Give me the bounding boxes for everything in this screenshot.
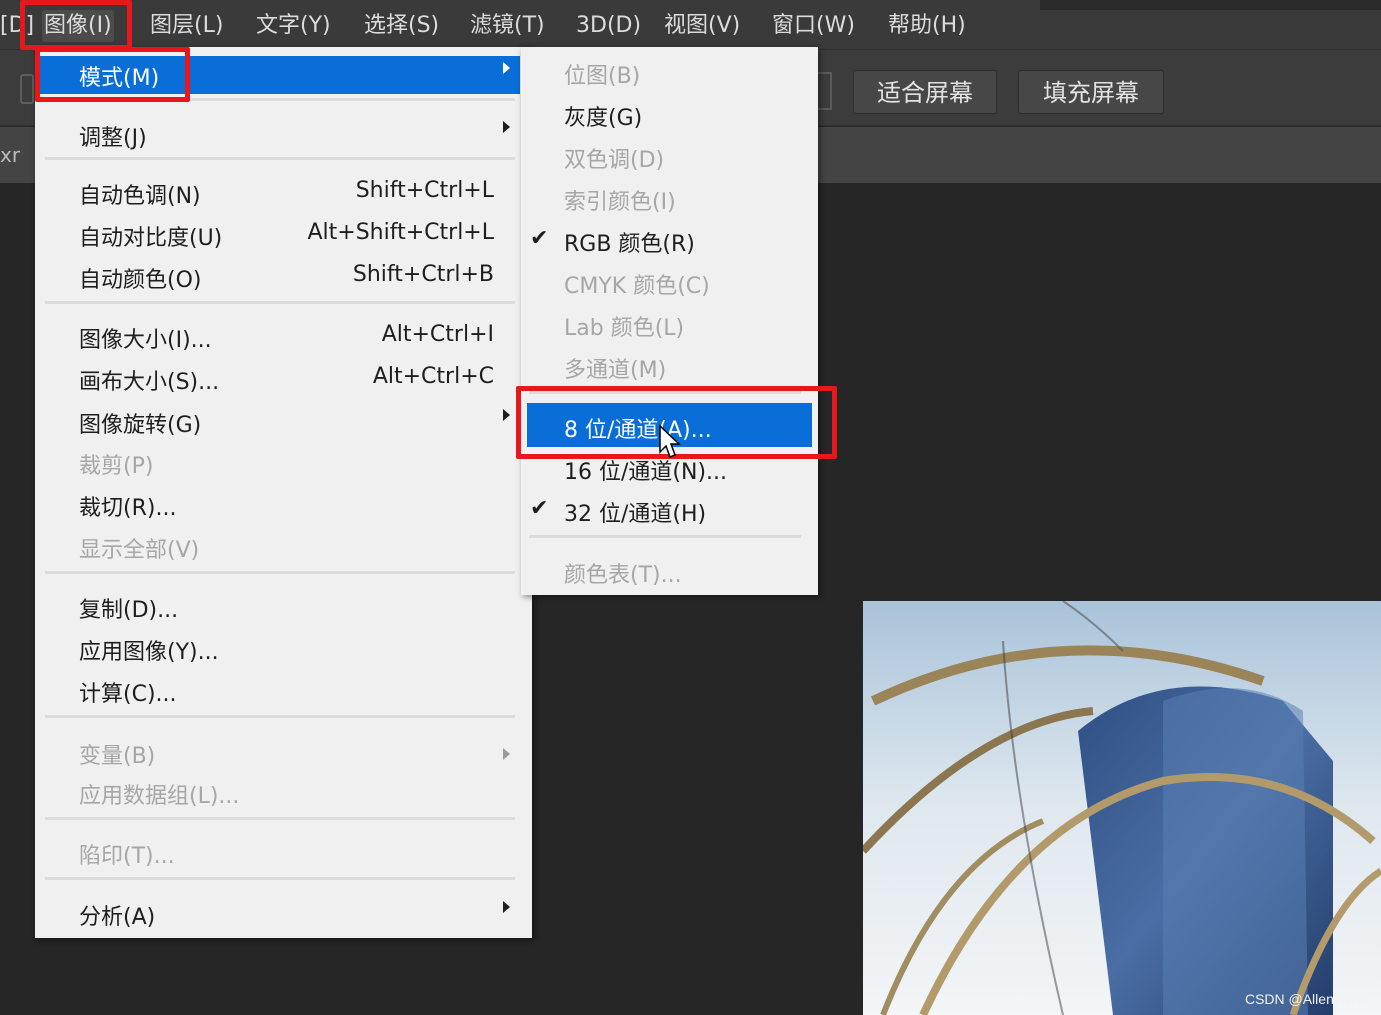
submenu-item-indexed-color: 索引颜色(I) [564, 190, 676, 215]
shortcut-image-size: Alt+Ctrl+I [381, 322, 494, 347]
shortcut-auto-contrast: Alt+Shift+Ctrl+L [307, 220, 495, 245]
menu-3d[interactable]: 3D(D) [576, 10, 641, 42]
menu-separator [45, 715, 515, 718]
shortcut-canvas-size: Alt+Ctrl+C [372, 364, 494, 389]
menu-item-analysis[interactable]: 分析(A) [79, 899, 155, 931]
menu-item-crop: 裁剪(P) [79, 454, 154, 479]
menu-window[interactable]: 窗口(W) [772, 10, 855, 42]
submenu-arrow-icon [503, 62, 510, 74]
menu-item-trap: 陷印(T)... [79, 844, 175, 869]
submenu-item-cmyk-color: CMYK 颜色(C) [564, 274, 710, 299]
image-menu-dropdown: 模式(M) 调整(J) 自动色调(N) Shift+Ctrl+L 自动对比度(U… [35, 47, 532, 938]
fit-screen-button[interactable]: 适合屏幕 [853, 70, 997, 114]
menu-item-calculations[interactable]: 计算(C)... [79, 676, 177, 708]
fill-screen-button[interactable]: 填充屏幕 [1018, 70, 1164, 114]
options-separator [818, 72, 832, 110]
tool-option-box[interactable] [20, 74, 34, 104]
checkmark-icon: ✔ [530, 226, 549, 251]
annotation-box-image-menu [20, 0, 132, 50]
submenu-arrow-icon [503, 748, 510, 760]
submenu-item-lab-color: Lab 颜色(L) [564, 316, 685, 341]
menu-separator [45, 817, 515, 820]
menu-item-image-size[interactable]: 图像大小(I)... [79, 322, 212, 354]
submenu-arrow-icon [503, 901, 510, 913]
submenu-item-32-bit[interactable]: 32 位/通道(H) [564, 496, 706, 528]
submenu-arrow-icon [503, 409, 510, 421]
submenu-item-multichannel: 多通道(M) [564, 358, 667, 383]
menu-item-apply-dataset: 应用数据组(L)... [79, 784, 240, 809]
shortcut-auto-color: Shift+Ctrl+B [352, 262, 494, 287]
submenu-arrow-icon [503, 121, 510, 133]
mode-submenu: 位图(B) 灰度(G) 双色调(D) 索引颜色(I) ✔ RGB 颜色(R) C… [521, 47, 818, 595]
submenu-item-grayscale[interactable]: 灰度(G) [564, 100, 642, 132]
submenu-item-rgb-color[interactable]: RGB 颜色(R) [564, 226, 695, 258]
canvas-photo: CSDN @Allen7474 [863, 601, 1381, 1015]
menu-select[interactable]: 选择(S) [364, 10, 439, 42]
menu-item-duplicate[interactable]: 复制(D)... [79, 592, 178, 624]
menu-filter[interactable]: 滤镜(T) [470, 10, 545, 42]
menu-item-auto-color[interactable]: 自动颜色(O) [79, 262, 201, 294]
menu-separator [529, 535, 801, 538]
annotation-box-mode [35, 47, 190, 102]
menu-item-trim[interactable]: 裁切(R)... [79, 490, 176, 522]
menu-view[interactable]: 视图(V) [664, 10, 740, 42]
menu-separator [45, 571, 515, 574]
checkmark-icon: ✔ [530, 496, 549, 521]
menu-type[interactable]: 文字(Y) [256, 10, 331, 42]
document-tab[interactable]: xr [0, 143, 20, 167]
menu-item-apply-image[interactable]: 应用图像(Y)... [79, 634, 219, 666]
menu-item-adjust[interactable]: 调整(J) [79, 120, 147, 152]
shortcut-auto-tone: Shift+Ctrl+L [355, 178, 494, 203]
menu-help[interactable]: 帮助(H) [888, 10, 966, 42]
menu-separator [45, 877, 515, 880]
menu-separator [45, 157, 515, 160]
watermark: CSDN @Allen7474 [1244, 991, 1365, 1007]
menu-item-auto-tone[interactable]: 自动色调(N) [79, 178, 201, 210]
photo-illustration [863, 601, 1381, 1015]
submenu-item-color-table: 颜色表(T)... [564, 563, 682, 588]
menu-separator [45, 301, 515, 304]
submenu-item-bitmap: 位图(B) [564, 64, 641, 89]
menu-bar-edge [1040, 0, 1381, 10]
mouse-cursor-icon [659, 424, 681, 458]
menu-item-canvas-size[interactable]: 画布大小(S)... [79, 364, 219, 396]
menu-layer[interactable]: 图层(L) [150, 10, 223, 42]
menu-item-reveal-all: 显示全部(V) [79, 538, 200, 563]
menu-item-variables: 变量(B) [79, 744, 156, 769]
submenu-item-duotone: 双色调(D) [564, 148, 665, 173]
menu-item-auto-contrast[interactable]: 自动对比度(U) [79, 220, 222, 252]
menu-item-image-rotation[interactable]: 图像旋转(G) [79, 407, 201, 439]
